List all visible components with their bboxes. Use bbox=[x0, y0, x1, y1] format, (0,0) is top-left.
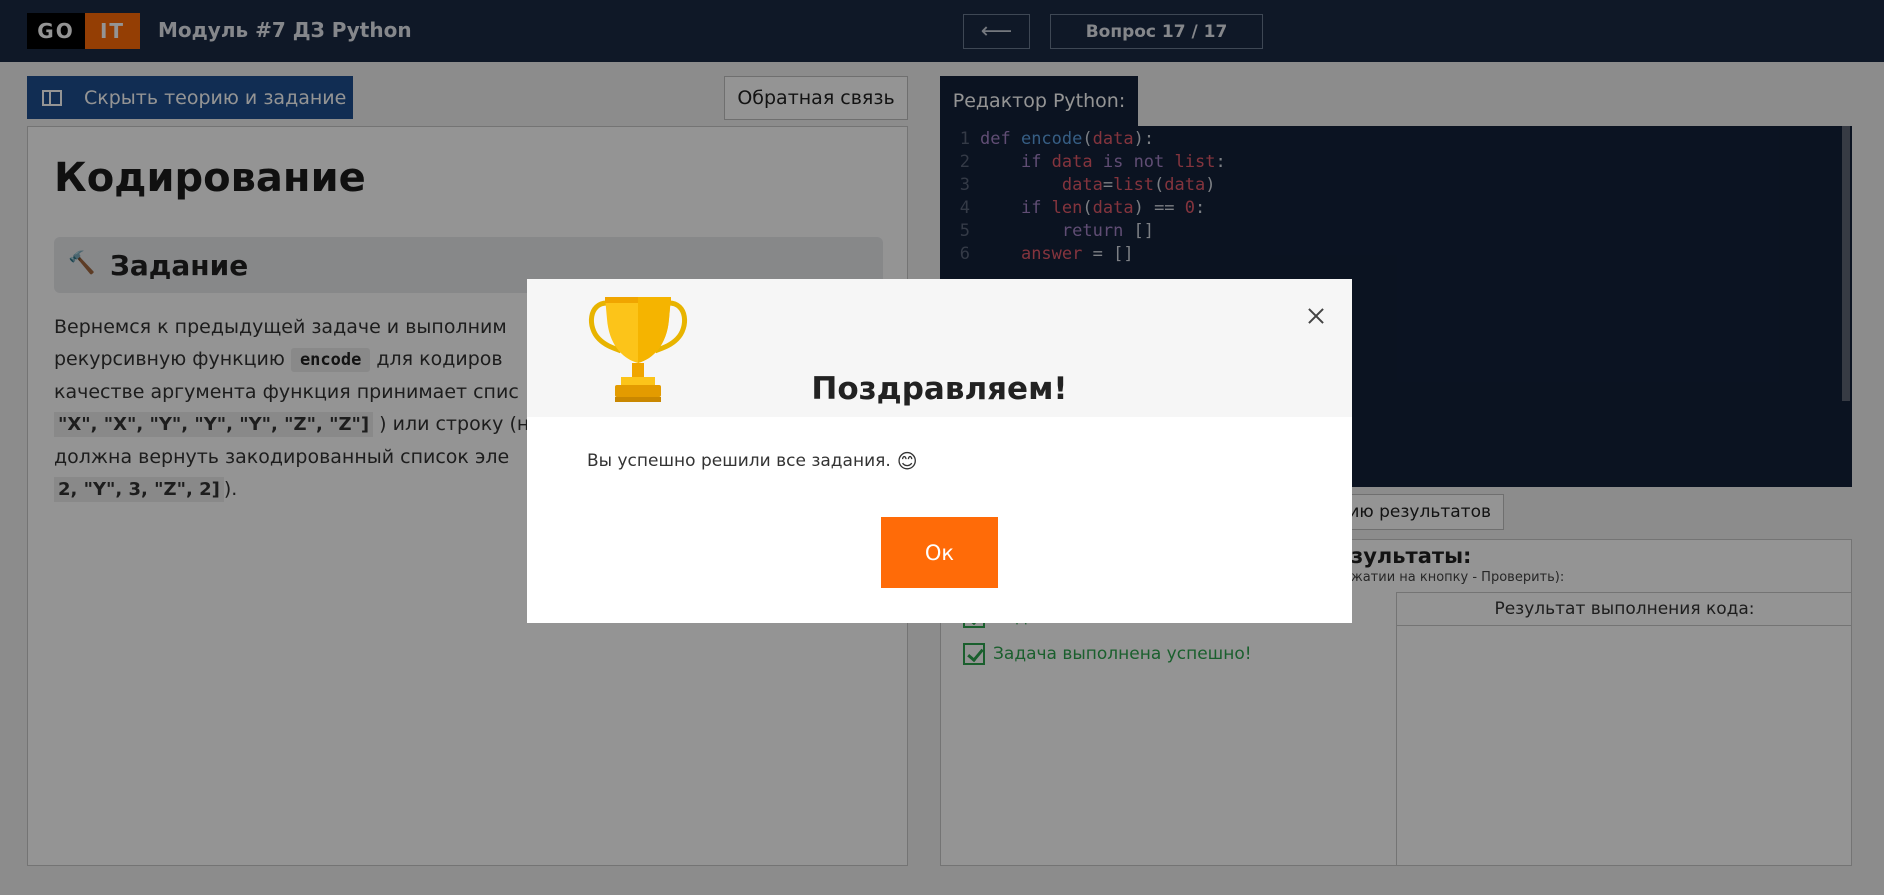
congrats-dialog: Поздравляем! Вы успешно решили все задан… bbox=[527, 279, 1352, 623]
dialog-title: Поздравляем! bbox=[811, 371, 1068, 407]
dialog-message: Вы успешно решили все задания. 😊 bbox=[587, 449, 918, 473]
close-icon[interactable] bbox=[1305, 305, 1327, 327]
dialog-message-text: Вы успешно решили все задания. bbox=[587, 451, 891, 471]
ok-button[interactable]: Ок bbox=[881, 517, 998, 588]
dialog-header: Поздравляем! bbox=[527, 279, 1352, 417]
smile-emoji-icon: 😊 bbox=[896, 449, 918, 473]
